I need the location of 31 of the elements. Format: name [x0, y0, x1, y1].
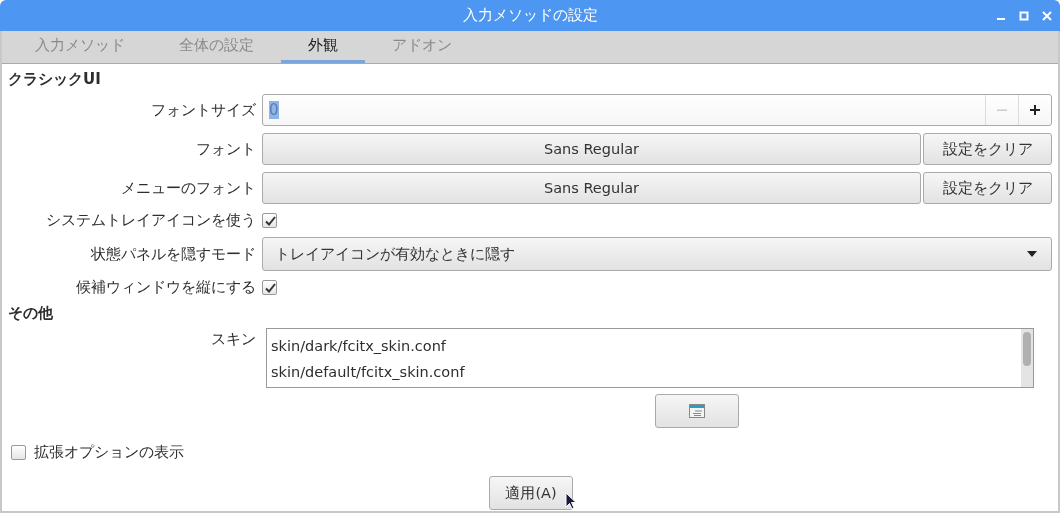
field-label: 状態パネルを隠すモード: [90, 244, 256, 264]
mouse-cursor-icon: [565, 492, 577, 510]
checkbox[interactable]: [262, 213, 277, 228]
field-label: フォントサイズ: [150, 100, 256, 120]
checkbox[interactable]: [11, 445, 26, 460]
field-label: フォント: [195, 139, 256, 159]
dropdown-arrow-icon: [1027, 251, 1037, 257]
field-label: システムトレイアイコンを使う: [45, 211, 256, 230]
clear-button[interactable]: 設定をクリア: [923, 172, 1052, 204]
apply-button[interactable]: 適用(A): [489, 476, 573, 510]
window-title: 入力メソッドの設定: [462, 6, 598, 25]
plus-icon: [1029, 104, 1041, 116]
field-label: スキン: [210, 330, 256, 349]
list-item[interactable]: skin/dark/fcitx_skin.conf: [271, 333, 1017, 359]
font-button[interactable]: Sans Regular: [262, 172, 921, 204]
clear-button[interactable]: 設定をクリア: [923, 133, 1052, 165]
window-icon: [689, 404, 705, 418]
checkbox-label: 拡張オプションの表示: [34, 443, 184, 462]
dropdown[interactable]: トレイアイコンが有効なときに隠す: [262, 237, 1052, 271]
section-heading: クラシックUI: [8, 70, 102, 90]
tab[interactable]: 外観: [281, 31, 365, 63]
font-button[interactable]: Sans Regular: [262, 133, 921, 165]
configure-button[interactable]: [655, 394, 739, 428]
checkbox[interactable]: [262, 280, 277, 295]
list-item[interactable]: skin/default/fcitx_skin.conf: [271, 359, 1017, 385]
maximize-icon[interactable]: [1019, 11, 1029, 21]
close-icon[interactable]: [1042, 11, 1052, 21]
field-label: 候補ウィンドウを縦にする: [75, 278, 256, 297]
scrollbar[interactable]: [1021, 329, 1033, 387]
section-heading: その他: [8, 304, 54, 324]
field-label: メニューのフォント: [120, 178, 256, 198]
